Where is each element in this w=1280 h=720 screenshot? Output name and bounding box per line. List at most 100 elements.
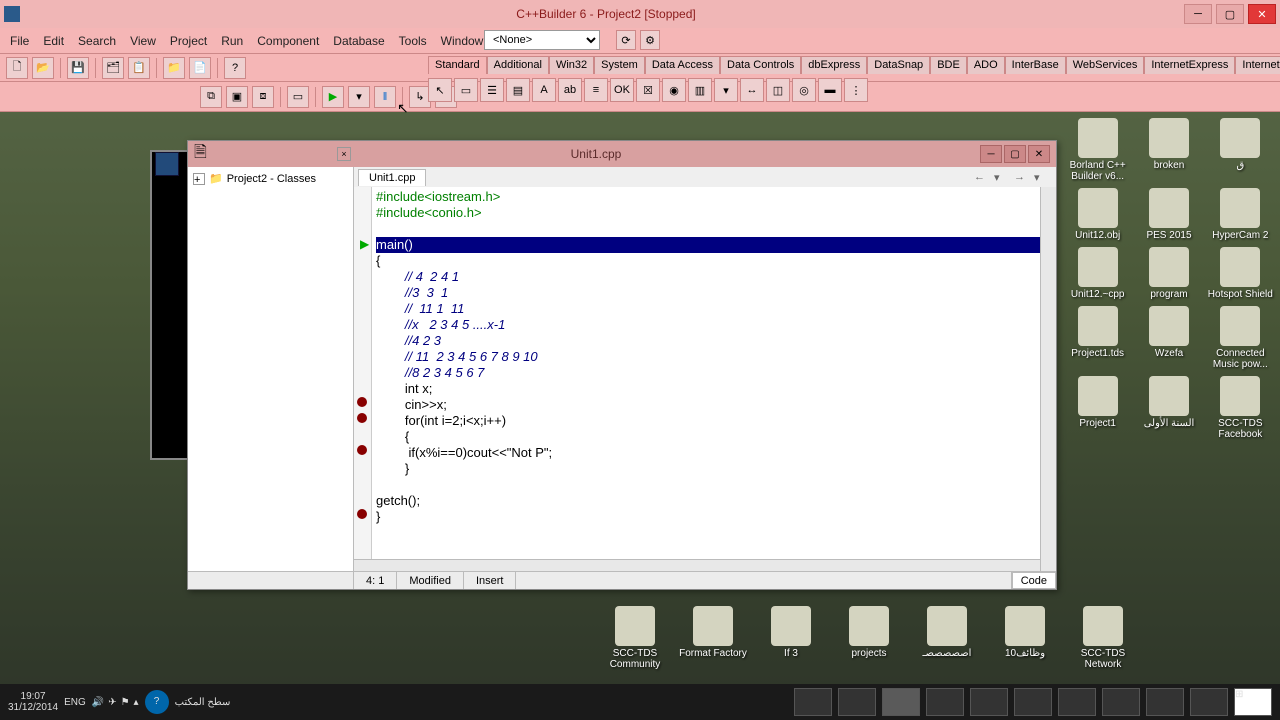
help-tray-icon[interactable]: ? [145, 690, 169, 714]
desktop-icon[interactable]: Borland C++ Builder v6... [1064, 118, 1131, 182]
vertical-scrollbar[interactable] [1040, 187, 1056, 571]
memo-icon[interactable]: ≡ [584, 78, 608, 102]
editor-file-tab[interactable]: Unit1.cpp [358, 169, 426, 186]
actionlist-icon[interactable]: ⋮ [844, 78, 868, 102]
desktop-icon[interactable]: Wzefa [1135, 306, 1202, 370]
taskbar-app[interactable] [1190, 688, 1228, 716]
horizontal-scrollbar[interactable] [354, 559, 1040, 571]
maximize-button[interactable]: ▢ [1216, 4, 1244, 24]
save-all-icon[interactable]: 🗂 [102, 57, 124, 79]
edit-icon[interactable]: ab [558, 78, 582, 102]
tree-close-icon[interactable]: × [337, 147, 351, 161]
menu-view[interactable]: View [124, 32, 162, 50]
taskbar-app[interactable] [926, 688, 964, 716]
palette-interbase[interactable]: InterBase [1005, 56, 1066, 74]
menu-run[interactable]: Run [215, 32, 249, 50]
palette-internetexpress[interactable]: InternetExpress [1144, 56, 1235, 74]
gutter[interactable]: ▶ [354, 187, 372, 571]
desktop-icon[interactable]: ق [1207, 118, 1274, 182]
desktop-icon[interactable]: SCC-TDS Community [600, 606, 670, 670]
checkbox-icon[interactable]: ☒ [636, 78, 660, 102]
desktop-icon[interactable]: broken [1135, 118, 1202, 182]
action-center-icon[interactable]: ⚑ [121, 697, 130, 708]
radiogroup-icon[interactable]: ◎ [792, 78, 816, 102]
desktop-icon[interactable]: projects [834, 606, 904, 670]
mainmenu-icon[interactable]: ☰ [480, 78, 504, 102]
desktop-icon[interactable]: program [1135, 247, 1202, 300]
breakpoint-icon[interactable] [357, 397, 367, 407]
config-select[interactable]: <None> [484, 30, 600, 50]
palette-dbexpress[interactable]: dbExpress [801, 56, 867, 74]
objecttree-icon[interactable] [155, 152, 179, 176]
pause-icon[interactable]: ‖ [374, 86, 396, 108]
palette-additional[interactable]: Additional [487, 56, 549, 74]
editor-maximize[interactable]: ▢ [1004, 145, 1026, 163]
toggle-icon[interactable]: ⟳ [616, 30, 636, 50]
desktop-icon[interactable]: HyperCam 2 [1207, 188, 1274, 241]
menu-search[interactable]: Search [72, 32, 122, 50]
desktop-icon[interactable]: SCC-TDS Network [1068, 606, 1138, 670]
menu-project[interactable]: Project [164, 32, 213, 50]
toggle-form-icon[interactable]: ⧈ [252, 86, 274, 108]
taskbar-app[interactable] [970, 688, 1008, 716]
expand-icon[interactable]: + [193, 173, 205, 185]
close-button[interactable]: ✕ [1248, 4, 1276, 24]
menu-database[interactable]: Database [327, 32, 390, 50]
palette-datasnap[interactable]: DataSnap [867, 56, 930, 74]
breakpoint-icon[interactable] [357, 413, 367, 423]
palette-dataaccess[interactable]: Data Access [645, 56, 720, 74]
desktop-icon[interactable]: Project1.tds [1064, 306, 1131, 370]
palette-system[interactable]: System [594, 56, 645, 74]
palette-datacontrols[interactable]: Data Controls [720, 56, 801, 74]
desktop-icon[interactable]: Format Factory [678, 606, 748, 670]
console-window[interactable] [150, 150, 190, 460]
menu-component[interactable]: Component [251, 32, 325, 50]
combobox-icon[interactable]: ▾ [714, 78, 738, 102]
taskbar-app[interactable] [838, 688, 876, 716]
view-unit-icon[interactable]: ⧉ [200, 86, 222, 108]
menu-edit[interactable]: Edit [37, 32, 70, 50]
link-icon[interactable]: ⚙ [640, 30, 660, 50]
taskbar-lang[interactable]: ENG [64, 697, 86, 708]
taskbar-app[interactable] [794, 688, 832, 716]
frame-icon[interactable]: ▭ [454, 78, 478, 102]
pointer-icon[interactable]: ↖ [428, 78, 452, 102]
show-desktop-label[interactable]: سطح المكتب [175, 697, 231, 708]
palette-standard[interactable]: Standard [428, 56, 487, 74]
network-icon[interactable]: ✈ [108, 697, 116, 708]
panel-icon[interactable]: ▬ [818, 78, 842, 102]
add-file-icon[interactable]: 📄 [189, 57, 211, 79]
nav-fwd-icon[interactable]: → [1014, 171, 1030, 185]
palette-ado[interactable]: ADO [967, 56, 1005, 74]
palette-internet[interactable]: Internet [1235, 56, 1280, 74]
label-icon[interactable]: A [532, 78, 556, 102]
desktop-icon[interactable]: Connected Music pow... [1207, 306, 1274, 370]
desktop-icon[interactable]: السنة الأولى [1135, 376, 1202, 440]
start-button[interactable]: ⊞ [1234, 688, 1272, 716]
run-dropdown-icon[interactable]: ▾ [348, 86, 370, 108]
code-text[interactable]: #include<iostream.h> #include<conio.h> m… [354, 187, 1056, 525]
desktop-icon[interactable]: SCC-TDS Facebook [1207, 376, 1274, 440]
tree-root[interactable]: + 📁 Project2 - Classes [192, 171, 349, 186]
desktop-icon[interactable]: اصصصصصـ [912, 606, 982, 670]
scrollbar-icon[interactable]: ↔ [740, 78, 764, 102]
taskbar-app[interactable] [1102, 688, 1140, 716]
popupmenu-icon[interactable]: ▤ [506, 78, 530, 102]
desktop-icon[interactable]: Unit12.obj [1064, 188, 1131, 241]
radiobutton-icon[interactable]: ◉ [662, 78, 686, 102]
menu-tools[interactable]: Tools [393, 32, 433, 50]
save-icon[interactable]: 💾 [67, 57, 89, 79]
menu-file[interactable]: File [4, 32, 35, 50]
desktop-icon[interactable]: 10وظائف [990, 606, 1060, 670]
palette-webservices[interactable]: WebServices [1066, 56, 1145, 74]
groupbox-icon[interactable]: ◫ [766, 78, 790, 102]
open-project-icon[interactable]: 📁 [163, 57, 185, 79]
taskbar-app[interactable] [1146, 688, 1184, 716]
tray-up-icon[interactable]: ▴ [134, 697, 139, 708]
view-form-icon[interactable]: ▣ [226, 86, 248, 108]
new-form-icon[interactable]: ▭ [287, 86, 309, 108]
editor-minimize[interactable]: ─ [980, 145, 1002, 163]
volume-icon[interactable]: 🔊 [92, 697, 104, 708]
desktop-icon[interactable]: Unit12.~cpp [1064, 247, 1131, 300]
breakpoint-icon[interactable] [357, 509, 367, 519]
